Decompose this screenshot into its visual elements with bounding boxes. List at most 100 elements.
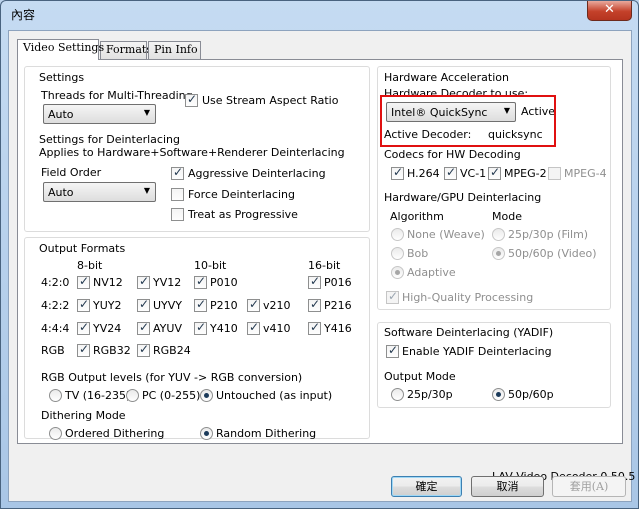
stream-aspect-checkbox[interactable]: ✓ xyxy=(185,92,198,107)
force-deinterlacing-label: Force Deinterlacing xyxy=(188,188,295,201)
p016-checkbox[interactable]: ✓ xyxy=(308,274,321,289)
settings-group-title: Settings xyxy=(39,71,85,84)
y416-checkbox[interactable]: ✓ xyxy=(308,320,321,335)
uyvy-checkbox[interactable]: ✓ xyxy=(137,297,150,312)
check-icon: ✓ xyxy=(139,342,150,356)
yadif-group: Software Deinterlacing (YADIF) ✓ Enable … xyxy=(377,322,611,408)
yadif-50p-radio[interactable] xyxy=(492,388,505,401)
apply-button[interactable]: 套用(A) xyxy=(552,476,626,497)
rgb24-label: RGB24 xyxy=(153,344,191,357)
tv-range-radio[interactable] xyxy=(49,389,62,402)
cancel-button[interactable]: 取消 xyxy=(471,476,544,497)
v210-label: v210 xyxy=(263,299,291,312)
p210-checkbox[interactable]: ✓ xyxy=(194,297,207,312)
check-icon: ✓ xyxy=(490,165,501,179)
yadif-25p-label: 25p/30p xyxy=(407,388,453,401)
random-dithering-label: Random Dithering xyxy=(216,427,317,440)
ordered-dithering-label: Ordered Dithering xyxy=(65,427,165,440)
v210-checkbox[interactable]: ✓ xyxy=(247,297,260,312)
ayuv-checkbox[interactable]: ✓ xyxy=(137,320,150,335)
check-icon: ✓ xyxy=(310,274,321,288)
check-icon: ✓ xyxy=(79,320,90,334)
untouched-radio[interactable] xyxy=(200,389,213,402)
aggressive-deinterlacing-checkbox[interactable]: ✓ xyxy=(171,165,184,180)
y416-label: Y416 xyxy=(324,322,352,335)
check-icon: ✓ xyxy=(196,297,207,311)
nv12-label: NV12 xyxy=(93,276,123,289)
header-16bit: 16-bit xyxy=(308,259,341,272)
vc1-checkbox[interactable]: ✓ xyxy=(444,165,457,180)
tab-video-settings[interactable]: Video Settings xyxy=(17,39,104,60)
rgb32-checkbox[interactable]: ✓ xyxy=(77,342,90,357)
v410-label: v410 xyxy=(263,322,291,335)
header-8bit: 8-bit xyxy=(77,259,103,272)
p016-label: P016 xyxy=(324,276,352,289)
yv12-checkbox[interactable]: ✓ xyxy=(137,274,150,289)
hw-acceleration-title: Hardware Acceleration xyxy=(384,71,509,84)
video-mode-radio[interactable] xyxy=(492,247,505,260)
bob-radio[interactable] xyxy=(391,247,404,260)
check-icon: ✓ xyxy=(446,165,457,179)
check-icon: ✓ xyxy=(388,289,399,303)
random-dithering-radio[interactable] xyxy=(200,427,213,440)
deinterlacing-settings-label: Settings for Deinterlacing xyxy=(39,133,180,146)
ordered-dithering-radio[interactable] xyxy=(49,427,62,440)
radio-dot-icon xyxy=(496,251,501,256)
check-icon: ✓ xyxy=(249,297,260,311)
check-icon: ✓ xyxy=(139,274,150,288)
dithering-mode-label: Dithering Mode xyxy=(41,409,126,422)
stream-aspect-label: Use Stream Aspect Ratio xyxy=(202,94,339,107)
video-settings-panel: Settings Threads for Multi-Threading Aut… xyxy=(17,59,635,483)
codecs-label: Codecs for HW Decoding xyxy=(384,148,521,161)
weave-radio[interactable] xyxy=(391,228,404,241)
rgb-levels-label: RGB Output levels (for YUV -> RGB conver… xyxy=(41,371,303,384)
bob-label: Bob xyxy=(407,247,429,260)
yadif-25p-radio[interactable] xyxy=(391,388,404,401)
film-mode-radio[interactable] xyxy=(492,228,505,241)
output-formats-title: Output Formats xyxy=(39,242,126,255)
p010-checkbox[interactable]: ✓ xyxy=(194,274,207,289)
hw-deinterlacing-label: Hardware/GPU Deinterlacing xyxy=(384,191,542,204)
yuy2-checkbox[interactable]: ✓ xyxy=(77,297,90,312)
treat-progressive-checkbox[interactable] xyxy=(171,208,184,221)
ok-button[interactable]: 確定 xyxy=(391,476,462,497)
yv24-checkbox[interactable]: ✓ xyxy=(77,320,90,335)
yuy2-label: YUY2 xyxy=(93,299,122,312)
threads-combobox[interactable]: Auto ▼ xyxy=(43,104,156,124)
p216-checkbox[interactable]: ✓ xyxy=(308,297,321,312)
row-rgb-label: RGB xyxy=(41,344,65,357)
adaptive-radio[interactable] xyxy=(391,266,404,279)
check-icon: ✓ xyxy=(173,165,184,179)
mpeg2-checkbox[interactable]: ✓ xyxy=(488,165,501,180)
p216-label: P216 xyxy=(324,299,352,312)
radio-dot-icon xyxy=(395,270,400,275)
dialog-client-area: Video Settings Formats Pin Info Settings… xyxy=(8,30,635,502)
mpeg4-checkbox[interactable] xyxy=(548,167,561,180)
enable-yadif-checkbox[interactable]: ✓ xyxy=(386,343,399,358)
properties-window: 內容 ✕ Video Settings Formats Pin Info Set… xyxy=(0,0,639,509)
hq-processing-checkbox[interactable]: ✓ xyxy=(386,289,399,304)
yadif-title: Software Deinterlacing (YADIF) xyxy=(384,326,554,339)
check-icon: ✓ xyxy=(388,343,399,357)
close-button[interactable]: ✕ xyxy=(587,1,632,21)
nv12-checkbox[interactable]: ✓ xyxy=(77,274,90,289)
tab-formats[interactable]: Formats xyxy=(100,41,152,59)
v410-checkbox[interactable]: ✓ xyxy=(247,320,260,335)
h264-checkbox[interactable]: ✓ xyxy=(391,165,404,180)
rgb24-checkbox[interactable]: ✓ xyxy=(137,342,150,357)
row-444-label: 4:4:4 xyxy=(41,322,70,335)
adaptive-label: Adaptive xyxy=(407,266,456,279)
force-deinterlacing-checkbox[interactable] xyxy=(171,188,184,201)
p210-label: P210 xyxy=(210,299,238,312)
field-order-combobox[interactable]: Auto ▼ xyxy=(43,182,156,202)
output-mode-label: Output Mode xyxy=(384,370,456,383)
enable-yadif-label: Enable YADIF Deinterlacing xyxy=(402,345,552,358)
settings-group: Settings Threads for Multi-Threading Aut… xyxy=(24,66,370,232)
yadif-50p-label: 50p/60p xyxy=(508,388,554,401)
tab-pin-info[interactable]: Pin Info xyxy=(148,41,201,59)
row-420-label: 4:2:0 xyxy=(41,276,70,289)
y410-checkbox[interactable]: ✓ xyxy=(194,320,207,335)
check-icon: ✓ xyxy=(196,274,207,288)
pc-range-radio[interactable] xyxy=(126,389,139,402)
treat-progressive-label: Treat as Progressive xyxy=(188,208,298,221)
